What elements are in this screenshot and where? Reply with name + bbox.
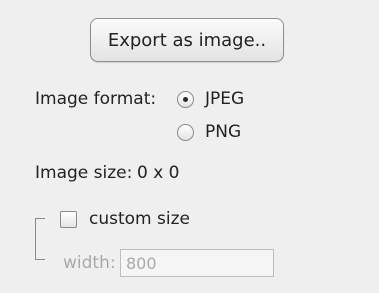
jpeg-option-label: JPEG xyxy=(205,89,245,109)
width-label: width: xyxy=(63,253,116,273)
png-radio-button[interactable] xyxy=(177,123,194,141)
custom-size-group-bracket xyxy=(35,218,45,260)
custom-size-label: custom size xyxy=(89,209,190,229)
format-option-png[interactable]: PNG xyxy=(177,122,241,142)
export-image-panel: Export as image.. Image format: JPEG PNG… xyxy=(0,0,379,293)
custom-size-checkbox[interactable] xyxy=(60,210,77,228)
export-as-image-button[interactable]: Export as image.. xyxy=(90,18,284,62)
width-input[interactable] xyxy=(120,249,274,277)
image-format-label: Image format: xyxy=(35,89,157,109)
radio-selected-dot-icon xyxy=(183,96,188,102)
custom-size-option[interactable]: custom size xyxy=(60,209,190,229)
png-option-label: PNG xyxy=(205,122,242,142)
format-option-jpeg[interactable]: JPEG xyxy=(177,89,244,109)
image-size-label: Image size: xyxy=(35,163,133,183)
image-size-value: 0 x 0 xyxy=(137,163,180,183)
jpeg-radio-button[interactable] xyxy=(177,90,194,108)
